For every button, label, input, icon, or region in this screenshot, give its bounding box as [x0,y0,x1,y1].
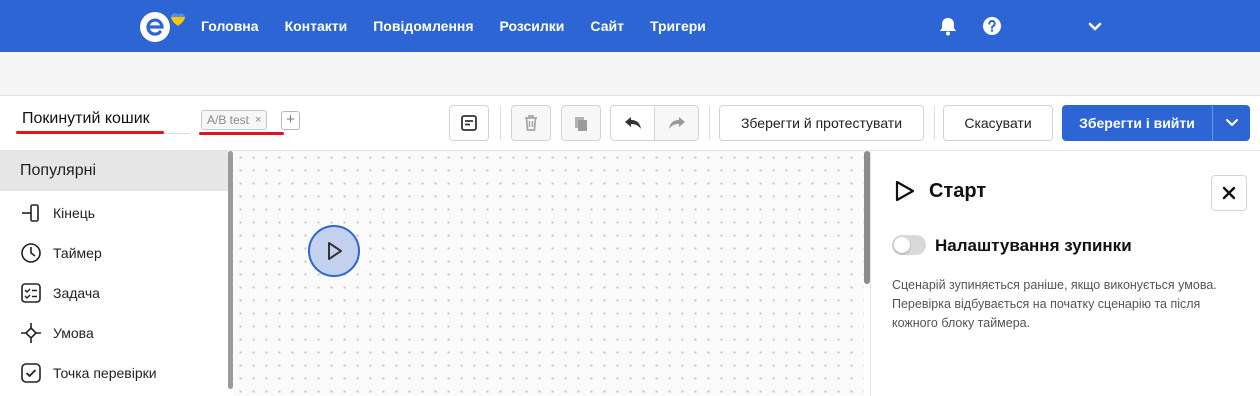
palette-category-popular[interactable]: Популярні [0,151,228,191]
end-icon [22,204,39,222]
nav-item-site[interactable]: Сайт [590,18,624,34]
cancel-label: Скасувати [964,115,1032,131]
nav-item-contacts[interactable]: Контакти [285,18,348,34]
trash-icon [525,115,537,131]
toolbar-divider [934,106,935,140]
cancel-button[interactable]: Скасувати [943,105,1053,141]
nav-item-campaigns[interactable]: Розсилки [500,18,565,34]
palette-item-condition[interactable]: Умова [0,313,228,353]
add-tag-button[interactable]: + [281,111,300,130]
palette-scrollbar[interactable] [228,151,233,389]
redo-button[interactable] [654,105,699,141]
notes-button[interactable] [449,105,489,141]
close-panel-button[interactable] [1211,175,1247,211]
top-navigation-bar: Головна Контакти Повідомлення Розсилки С… [0,0,1260,52]
save-and-test-label: Зберегти й протестувати [740,115,903,131]
tag-label: A/B test [207,113,250,127]
help-icon[interactable] [981,15,1003,37]
logo-icon [140,12,185,42]
save-and-exit-button[interactable]: Зберегти і вийти [1062,105,1250,141]
ab-test-tag[interactable]: A/B test × [201,110,268,130]
nav-item-home[interactable]: Головна [201,18,259,34]
block-palette: Популярні Кінець Таймер Задача Умова Точ… [0,151,228,396]
play-icon [328,242,342,260]
palette-item-task[interactable]: Задача [0,273,228,313]
save-and-test-button[interactable]: Зберегти й протестувати [719,105,924,141]
stop-settings-label: Налаштування зупинки [935,236,1132,255]
palette-item-label: Точка перевірки [53,365,157,381]
save-and-exit-label: Зберегти і вийти [1079,115,1195,131]
panel-title: Старт [929,180,987,202]
copy-button[interactable] [561,105,601,141]
save-options-dropdown[interactable] [1213,105,1250,141]
nav-item-messages[interactable]: Повідомлення [373,18,473,34]
undo-button[interactable] [610,105,655,141]
tag-remove-icon[interactable]: × [255,114,261,126]
chevron-down-icon[interactable] [1084,15,1106,37]
timer-icon [21,243,41,263]
palette-item-label: Умова [53,325,94,341]
main-nav: Головна Контакти Повідомлення Розсилки С… [201,0,732,52]
editor-toolbar: Покинутий кошик A/B test × + Зберегти й … [0,96,1260,151]
close-icon [1222,186,1236,200]
palette-item-label: Задача [53,285,100,301]
settings-panel: Старт Налаштування зупинки Сценарій зупи… [871,151,1260,396]
chevron-down-icon [1225,118,1238,127]
tag-underline [199,132,284,135]
note-icon [461,115,477,131]
start-node[interactable] [308,225,360,277]
checkpoint-icon [21,363,41,383]
name-underline [16,131,164,134]
play-icon [895,180,915,202]
bell-icon[interactable] [937,15,959,37]
copy-icon [575,117,587,131]
name-divider [164,133,190,134]
sub-header [0,52,1260,96]
palette-item-label: Кінець [53,205,96,221]
condition-icon [21,323,41,343]
redo-icon [668,117,685,129]
logo[interactable] [138,8,188,44]
delete-button[interactable] [511,105,551,141]
flow-name[interactable]: Покинутий кошик [22,110,150,128]
undo-icon [624,117,641,129]
task-icon [21,283,41,303]
nav-item-triggers[interactable]: Тригери [650,18,706,34]
palette-item-label: Таймер [53,245,102,261]
toolbar-divider [709,106,710,140]
stop-settings-toggle[interactable] [892,235,926,255]
toggle-knob [894,237,910,253]
palette-item-checkpoint[interactable]: Точка перевірки [0,353,228,393]
palette-item-timer[interactable]: Таймер [0,233,228,273]
stop-settings-description: Сценарій зупиняється раніше, якщо викону… [892,278,1217,330]
palette-item-end[interactable]: Кінець [0,193,228,233]
toolbar-divider [500,106,501,140]
